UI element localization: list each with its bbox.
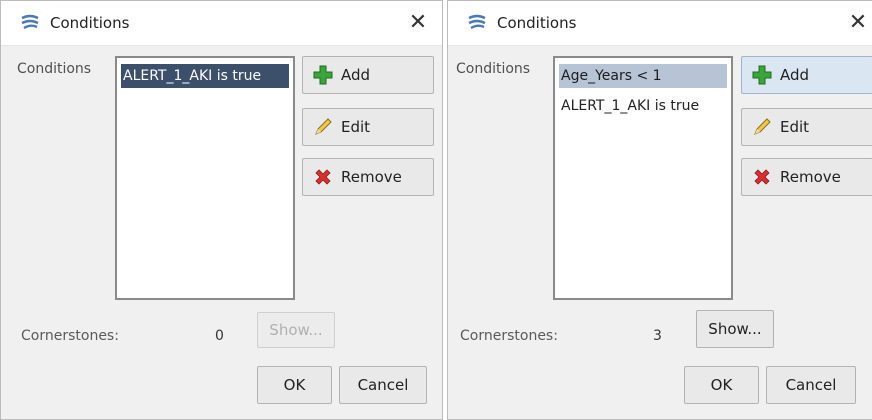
add-button[interactable]: Add bbox=[302, 56, 434, 94]
remove-label: Remove bbox=[341, 168, 402, 186]
close-icon[interactable]: ✕ bbox=[841, 9, 872, 37]
edit-button[interactable]: Edit bbox=[741, 108, 872, 146]
conditions-dialog-left: Conditions ✕ Conditions ALERT_1_AKI is t… bbox=[0, 0, 443, 420]
ok-button[interactable]: OK bbox=[684, 366, 759, 404]
cornerstones-label: Cornerstones: bbox=[21, 328, 119, 344]
list-item[interactable]: ALERT_1_AKI is true bbox=[559, 94, 727, 118]
ok-button[interactable]: OK bbox=[257, 366, 332, 404]
title-bar: Conditions ✕ bbox=[448, 1, 872, 46]
edit-label: Edit bbox=[780, 118, 810, 136]
ok-label: OK bbox=[710, 376, 733, 394]
remove-label: Remove bbox=[780, 168, 841, 186]
list-item[interactable]: ALERT_1_AKI is true bbox=[121, 64, 289, 88]
remove-button[interactable]: Remove bbox=[302, 158, 434, 196]
edit-label: Edit bbox=[341, 118, 371, 136]
show-label: Show... bbox=[269, 321, 323, 339]
close-icon[interactable]: ✕ bbox=[401, 9, 435, 37]
pencil-icon bbox=[315, 118, 332, 135]
cornerstones-count: 3 bbox=[653, 328, 662, 344]
list-item[interactable]: Age_Years < 1 bbox=[559, 64, 727, 88]
plus-icon bbox=[313, 65, 333, 85]
add-button[interactable]: Add bbox=[741, 56, 872, 94]
pencil-icon bbox=[754, 118, 771, 135]
cancel-button[interactable]: Cancel bbox=[766, 366, 856, 404]
conditions-dialog-right: Conditions ✕ Conditions Age_Years < 1 AL… bbox=[447, 0, 872, 420]
conditions-list[interactable]: Age_Years < 1 ALERT_1_AKI is true bbox=[553, 56, 733, 300]
cancel-label: Cancel bbox=[357, 376, 409, 394]
conditions-label: Conditions bbox=[17, 61, 92, 77]
app-logo-icon bbox=[21, 14, 39, 30]
title-bar: Conditions ✕ bbox=[1, 1, 442, 46]
ok-label: OK bbox=[283, 376, 306, 394]
red-x-icon bbox=[315, 169, 331, 185]
dialog-title: Conditions bbox=[497, 14, 577, 32]
conditions-list[interactable]: ALERT_1_AKI is true bbox=[115, 56, 295, 300]
app-logo-icon bbox=[468, 14, 486, 30]
cornerstones-label: Cornerstones: bbox=[460, 328, 558, 344]
show-button[interactable]: Show... bbox=[257, 312, 335, 348]
plus-icon bbox=[752, 65, 772, 85]
add-label: Add bbox=[780, 66, 810, 84]
cornerstones-count: 0 bbox=[215, 328, 224, 344]
dialog-title: Conditions bbox=[50, 14, 130, 32]
show-label: Show... bbox=[708, 320, 762, 338]
cancel-label: Cancel bbox=[785, 376, 837, 394]
remove-button[interactable]: Remove bbox=[741, 158, 872, 196]
red-x-icon bbox=[754, 169, 770, 185]
edit-button[interactable]: Edit bbox=[302, 108, 434, 146]
conditions-label: Conditions bbox=[456, 61, 531, 77]
cancel-button[interactable]: Cancel bbox=[339, 366, 427, 404]
add-label: Add bbox=[341, 66, 371, 84]
show-button[interactable]: Show... bbox=[696, 310, 774, 348]
